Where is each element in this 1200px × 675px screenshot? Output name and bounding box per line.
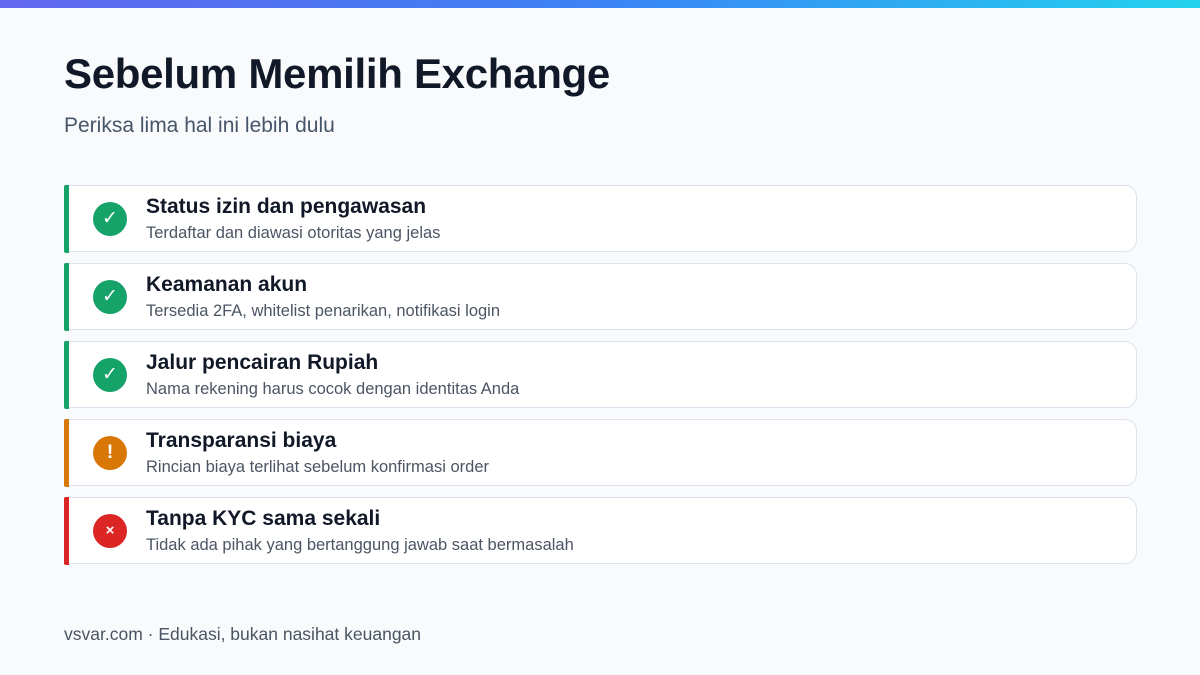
checklist-item: ✓ Jalur pencairan Rupiah Nama rekening h… [64,340,1137,409]
status-accent-bar [64,340,69,409]
item-title: Jalur pencairan Rupiah [146,351,379,374]
checklist-item: ✓ Status izin dan pengawasan Terdaftar d… [64,184,1137,253]
checklist-item: ! Transparansi biaya Rincian biaya terli… [64,418,1137,487]
item-title: Transparansi biaya [146,429,337,452]
check-icon: ✓ [93,202,127,236]
page-subtitle: Periksa lima hal ini lebih dulu [64,114,335,137]
check-icon: ✓ [93,280,127,314]
status-accent-bar [64,184,69,253]
item-description: Terdaftar dan diawasi otoritas yang jela… [146,224,441,242]
item-title: Keamanan akun [146,273,308,296]
checklist: ✓ Status izin dan pengawasan Terdaftar d… [64,184,1137,575]
item-description: Tidak ada pihak yang bertanggung jawab s… [146,536,574,554]
item-description: Nama rekening harus cocok dengan identit… [146,380,520,398]
item-title: Tanpa KYC sama sekali [146,507,381,530]
status-accent-bar [64,418,69,487]
status-accent-bar [64,496,69,565]
check-icon: ✓ [93,358,127,392]
item-description: Tersedia 2FA, whitelist penarikan, notif… [146,302,501,320]
item-title: Status izin dan pengawasan [146,195,427,218]
status-accent-bar [64,262,69,331]
slide: Sebelum Memilih Exchange Periksa lima ha… [0,0,1200,675]
gradient-top-bar [0,0,1200,8]
exclamation-icon: ! [93,436,127,470]
cross-icon: × [93,514,127,548]
page-title: Sebelum Memilih Exchange [64,50,610,97]
checklist-item: × Tanpa KYC sama sekali Tidak ada pihak … [64,496,1137,565]
checklist-item: ✓ Keamanan akun Tersedia 2FA, whitelist … [64,262,1137,331]
footer-note: vsvar.com · Edukasi, bukan nasihat keuan… [64,624,422,644]
item-description: Rincian biaya terlihat sebelum konfirmas… [146,458,489,476]
